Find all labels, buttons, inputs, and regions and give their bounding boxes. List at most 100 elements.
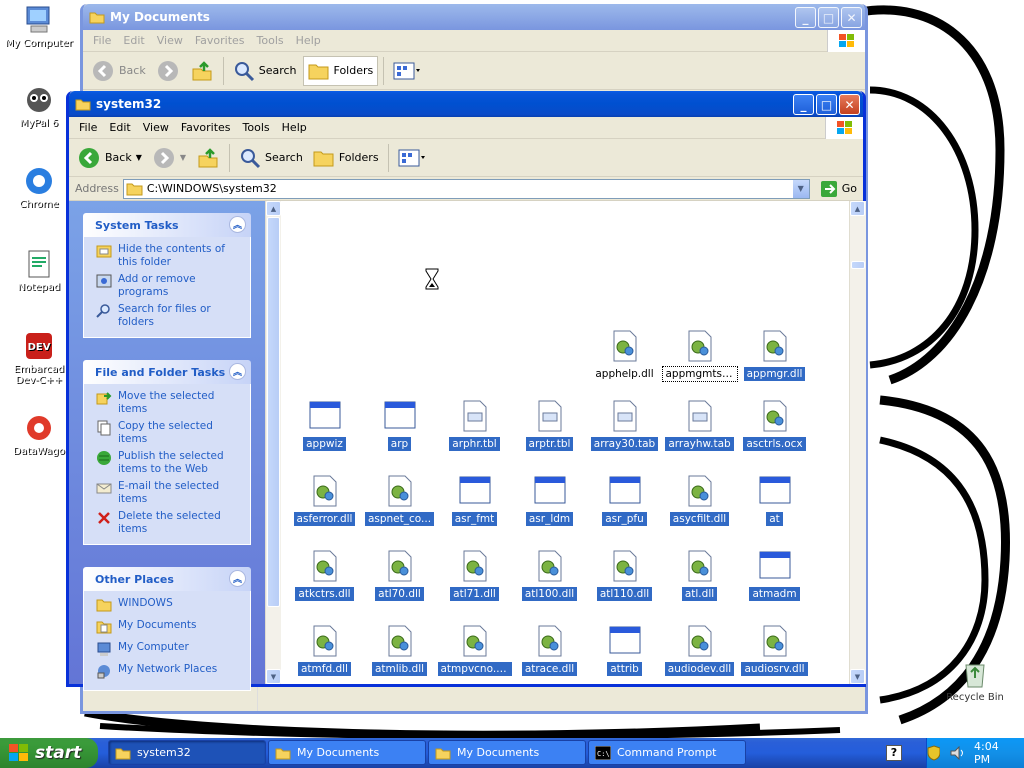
folders-button[interactable]: Folders — [302, 55, 379, 86]
file-item[interactable]: aspnet_co... — [362, 474, 437, 529]
panel-header[interactable]: System Tasks ︽ — [83, 213, 251, 237]
file-item[interactable]: atl.dll — [662, 549, 737, 604]
menu-edit[interactable]: Edit — [117, 34, 150, 47]
address-input[interactable]: C:\WINDOWS\system32 ▼ — [122, 178, 810, 199]
close-button[interactable]: ✕ — [839, 94, 860, 115]
taskbar-item-command-prompt[interactable]: C:\ Command Prompt — [588, 740, 746, 765]
file-view-scrollbar[interactable]: ▲ ▼ — [849, 201, 866, 684]
task-search-files[interactable]: Search for files or folders — [96, 303, 244, 329]
file-item[interactable]: asr_pfu — [587, 474, 662, 529]
minimize-button[interactable]: _ — [795, 7, 816, 28]
search-button[interactable]: Search — [235, 143, 307, 173]
maximize-button[interactable]: □ — [816, 94, 837, 115]
menu-favorites[interactable]: Favorites — [175, 121, 237, 134]
address-dropdown-button[interactable]: ▼ — [792, 179, 809, 198]
task-copy-items[interactable]: Copy the selected items — [96, 420, 244, 446]
menu-favorites[interactable]: Favorites — [189, 34, 251, 47]
place-windows[interactable]: WINDOWS — [96, 597, 244, 613]
file-item[interactable]: attrib — [587, 624, 662, 679]
taskbar-item-my-documents-1[interactable]: My Documents — [268, 740, 426, 765]
collapse-chevron-icon[interactable]: ︽ — [229, 363, 246, 380]
panel-header[interactable]: File and Folder Tasks ︽ — [83, 360, 251, 384]
scroll-down-button[interactable]: ▼ — [266, 669, 281, 684]
forward-button[interactable]: ▼ — [148, 143, 190, 173]
file-item[interactable]: asctrls.ocx — [737, 399, 812, 454]
scroll-thumb[interactable] — [851, 261, 865, 269]
go-button[interactable]: Go — [814, 180, 863, 198]
file-item[interactable]: arp — [362, 399, 437, 454]
taskbar-item-my-documents-2[interactable]: My Documents — [428, 740, 586, 765]
place-my-documents[interactable]: My Documents — [96, 619, 244, 635]
views-button[interactable] — [389, 56, 425, 86]
collapse-chevron-icon[interactable]: ︽ — [229, 216, 246, 233]
file-item[interactable]: atmadm — [737, 549, 812, 604]
file-item[interactable]: appmgr.dll — [737, 329, 812, 384]
back-button[interactable]: Back ▼ — [73, 143, 146, 173]
file-item[interactable]: arptr.tbl — [512, 399, 587, 454]
task-delete-items[interactable]: Delete the selected items — [96, 510, 244, 536]
menu-tools[interactable]: Tools — [237, 121, 276, 134]
menu-file[interactable]: File — [73, 121, 103, 134]
place-my-network-places[interactable]: My Network Places — [96, 663, 244, 679]
desktop-icon-recycle-bin[interactable]: Recycle Bin — [940, 658, 1010, 703]
scroll-thumb[interactable] — [267, 217, 280, 607]
task-move-items[interactable]: Move the selected items — [96, 390, 244, 416]
panel-header[interactable]: Other Places ︽ — [83, 567, 251, 591]
desktop-icon-mypal[interactable]: MyPal 6 — [4, 84, 74, 129]
file-item[interactable]: atl71.dll — [437, 549, 512, 604]
file-item[interactable]: atkctrs.dll — [287, 549, 362, 604]
security-shield-icon[interactable] — [927, 745, 940, 761]
close-button[interactable]: ✕ — [841, 7, 862, 28]
maximize-button[interactable]: □ — [818, 7, 839, 28]
file-item[interactable]: atl70.dll — [362, 549, 437, 604]
file-item[interactable]: appwiz — [287, 399, 362, 454]
file-item[interactable]: arphr.tbl — [437, 399, 512, 454]
task-publish-web[interactable]: Publish the selected items to the Web — [96, 450, 244, 476]
task-pane-scrollbar[interactable]: ▲ ▼ — [265, 201, 281, 684]
folders-button[interactable]: Folders — [309, 143, 383, 173]
menu-file[interactable]: File — [87, 34, 117, 47]
file-item[interactable]: audiodev.dll — [662, 624, 737, 679]
file-item[interactable]: atmlib.dll — [362, 624, 437, 679]
file-item[interactable]: at — [737, 474, 812, 529]
menu-view[interactable]: View — [151, 34, 189, 47]
collapse-chevron-icon[interactable]: ︽ — [229, 570, 246, 587]
views-button[interactable] — [394, 143, 430, 173]
desktop-icon-datawago[interactable]: DataWago — [4, 412, 74, 457]
file-item[interactable]: audiosrv.dll — [737, 624, 812, 679]
minimize-button[interactable]: _ — [793, 94, 814, 115]
up-folder-button[interactable] — [192, 143, 224, 173]
menu-view[interactable]: View — [137, 121, 175, 134]
desktop-icon-my-computer[interactable]: My Computer — [4, 4, 74, 49]
file-item[interactable]: arrayhw.tab — [662, 399, 737, 454]
desktop-icon-notepad[interactable]: Notepad — [4, 248, 74, 293]
file-item[interactable]: atrace.dll — [512, 624, 587, 679]
forward-button[interactable] — [152, 56, 184, 86]
file-item[interactable]: array30.tab — [587, 399, 662, 454]
scroll-down-button[interactable]: ▼ — [850, 669, 865, 684]
task-add-remove-programs[interactable]: Add or remove programs — [96, 273, 244, 299]
help-icon[interactable]: ? — [886, 745, 902, 761]
desktop-icon-chrome[interactable]: Chrome — [4, 165, 74, 210]
task-email-items[interactable]: E-mail the selected items — [96, 480, 244, 506]
search-button[interactable]: Search — [229, 56, 301, 86]
file-item[interactable]: atmpvcno.dll — [437, 624, 512, 679]
taskbar-item-system32[interactable]: system32 — [108, 740, 266, 765]
scroll-up-button[interactable]: ▲ — [266, 201, 281, 216]
file-item[interactable]: asr_fmt — [437, 474, 512, 529]
volume-icon[interactable] — [950, 746, 964, 760]
menu-help[interactable]: Help — [290, 34, 327, 47]
file-item[interactable]: asr_ldm — [512, 474, 587, 529]
menu-tools[interactable]: Tools — [251, 34, 290, 47]
title-bar[interactable]: system32 _ □ ✕ — [69, 91, 863, 117]
file-item[interactable]: atl110.dll — [587, 549, 662, 604]
clock[interactable]: 4:04 PM — [974, 740, 1014, 766]
up-folder-button[interactable] — [186, 56, 218, 86]
task-hide-folder-contents[interactable]: Hide the contents of this folder — [96, 243, 244, 269]
menu-edit[interactable]: Edit — [103, 121, 136, 134]
file-item[interactable]: apphelp.dll — [587, 329, 662, 384]
system32-window[interactable]: system32 _ □ ✕ File Edit View Favorites … — [66, 91, 866, 691]
place-my-computer[interactable]: My Computer — [96, 641, 244, 657]
scroll-up-button[interactable]: ▲ — [850, 201, 865, 216]
file-item[interactable]: asycfilt.dll — [662, 474, 737, 529]
